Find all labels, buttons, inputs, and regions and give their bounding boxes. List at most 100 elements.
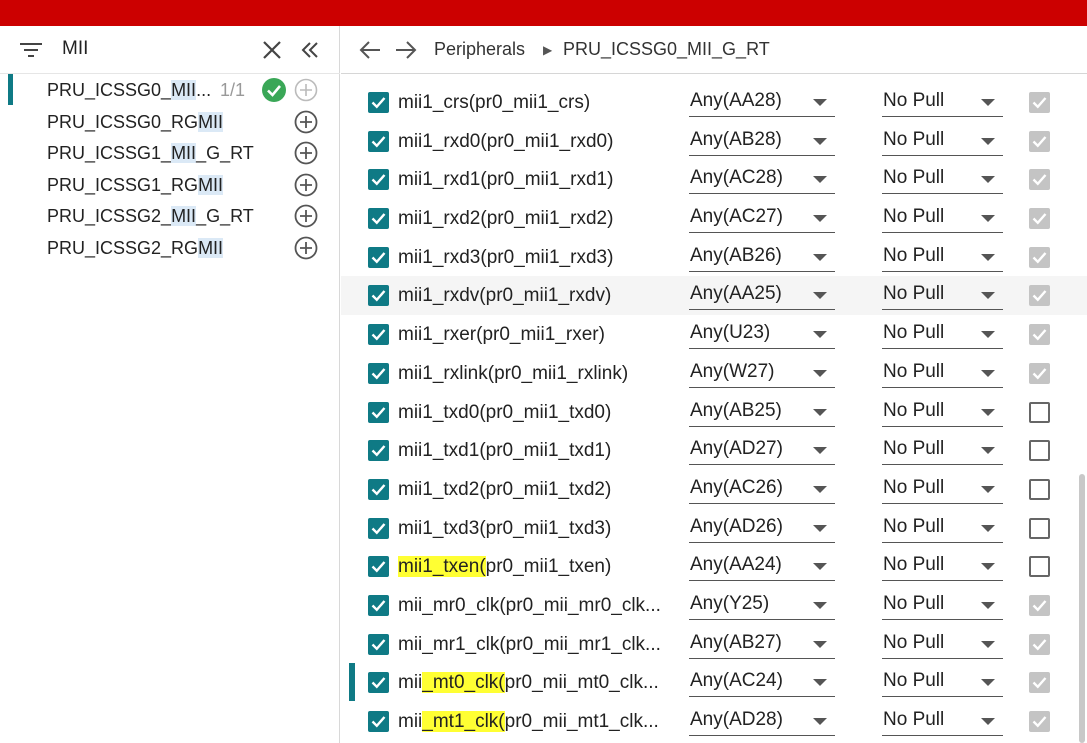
rx-checkbox[interactable]	[1029, 285, 1050, 307]
signal-checkbox[interactable]	[368, 478, 389, 500]
signal-name: mii_mr0_clk(pr0_mii_mr0_clk...	[398, 595, 668, 617]
pull-select[interactable]: No Pull	[882, 282, 1003, 311]
signal-checkbox[interactable]	[368, 711, 389, 732]
signal-name: mii_mt0_clk(pr0_mii_mt0_clk...	[398, 672, 668, 694]
pull-select[interactable]: No Pull	[882, 708, 1003, 736]
pull-select[interactable]: No Pull	[882, 89, 1003, 117]
search-input[interactable]: MII	[62, 38, 88, 60]
rx-checkbox[interactable]	[1029, 324, 1050, 346]
rx-checkbox[interactable]	[1029, 478, 1050, 500]
pull-select[interactable]: No Pull	[882, 631, 1003, 659]
signal-checkbox[interactable]	[368, 556, 389, 578]
pin-select[interactable]: Any(AC27)	[689, 205, 835, 234]
pull-select[interactable]: No Pull	[882, 437, 1003, 466]
add-circle-icon[interactable]	[294, 141, 318, 165]
add-circle-icon[interactable]	[294, 204, 318, 228]
tree-item[interactable]: PRU_ICSSG2_RGMII	[0, 232, 340, 264]
tree-item[interactable]: PRU_ICSSG1_MII_G_RT	[0, 137, 340, 169]
pin-select[interactable]: Any(AB27)	[689, 631, 835, 659]
rx-checkbox[interactable]	[1029, 711, 1050, 732]
tree-item[interactable]: PRU_ICSSG1_RGMII	[0, 169, 340, 201]
pull-select[interactable]: No Pull	[882, 321, 1003, 350]
pull-select[interactable]: No Pull	[882, 669, 1003, 698]
rx-checkbox[interactable]	[1029, 130, 1050, 152]
pull-select[interactable]: No Pull	[882, 515, 1003, 543]
signal-name: mii1_rxd3(pr0_mii1_rxd3)	[398, 247, 668, 269]
rx-checkbox[interactable]	[1029, 92, 1050, 113]
add-circle-icon[interactable]	[294, 236, 318, 260]
signal-row: mii1_crs(pr0_mii1_crs) Any(AA28) No Pull	[341, 83, 1087, 122]
pull-select[interactable]: No Pull	[882, 399, 1003, 427]
signal-checkbox[interactable]	[368, 672, 389, 694]
pin-select[interactable]: Any(AA25)	[689, 282, 835, 311]
pin-select[interactable]: Any(AB25)	[689, 399, 835, 427]
pin-select[interactable]: Any(U23)	[689, 321, 835, 350]
signal-checkbox[interactable]	[368, 130, 389, 152]
signal-checkbox[interactable]	[368, 208, 389, 230]
pin-select[interactable]: Any(Y25)	[689, 592, 835, 620]
pin-select[interactable]: Any(AD26)	[689, 515, 835, 543]
rx-checkbox[interactable]	[1029, 208, 1050, 230]
pin-select[interactable]: Any(AC24)	[689, 669, 835, 698]
signal-checkbox[interactable]	[368, 169, 389, 191]
signal-checkbox[interactable]	[368, 246, 389, 268]
double-chevron-left-icon[interactable]	[299, 39, 321, 61]
caret-down-icon	[981, 369, 995, 377]
breadcrumb-root[interactable]: Peripherals	[434, 39, 525, 60]
pull-select[interactable]: No Pull	[882, 592, 1003, 620]
pin-select[interactable]: Any(AD28)	[689, 708, 835, 736]
pin-select[interactable]: Any(AC28)	[689, 166, 835, 195]
pull-select[interactable]: No Pull	[882, 205, 1003, 234]
pin-select[interactable]: Any(AB28)	[689, 128, 835, 156]
rx-checkbox[interactable]	[1029, 517, 1050, 539]
check-circle-icon	[262, 78, 286, 102]
rx-checkbox[interactable]	[1029, 246, 1050, 268]
pin-select[interactable]: Any(AD27)	[689, 437, 835, 466]
pin-select-value: Any(AC26)	[690, 476, 783, 498]
rx-checkbox[interactable]	[1029, 556, 1050, 578]
signal-text-highlight: mii1_txen(	[398, 556, 486, 578]
pull-select[interactable]: No Pull	[882, 553, 1003, 582]
pin-select[interactable]: Any(AA24)	[689, 553, 835, 582]
arrow-right-icon[interactable]	[394, 39, 418, 61]
pull-select-value: No Pull	[883, 322, 945, 344]
close-icon[interactable]	[261, 39, 283, 61]
signal-checkbox[interactable]	[368, 362, 389, 384]
signal-checkbox[interactable]	[368, 517, 389, 539]
search-row: MII	[0, 26, 340, 74]
pin-select[interactable]: Any(AB26)	[689, 244, 835, 272]
tree-item[interactable]: PRU_ICSSG0_RGMII	[0, 106, 340, 138]
add-circle-icon[interactable]	[294, 110, 318, 134]
rx-checkbox[interactable]	[1029, 362, 1050, 384]
pull-select-value: No Pull	[883, 283, 945, 305]
pin-select[interactable]: Any(W27)	[689, 360, 835, 388]
rx-checkbox[interactable]	[1029, 594, 1050, 616]
pull-select[interactable]: No Pull	[882, 166, 1003, 195]
signal-checkbox[interactable]	[368, 92, 389, 113]
signal-checkbox[interactable]	[368, 401, 389, 423]
pin-select[interactable]: Any(AA28)	[689, 89, 835, 117]
tree-item[interactable]: PRU_ICSSG2_MII_G_RT	[0, 200, 340, 232]
signal-checkbox[interactable]	[368, 440, 389, 462]
pin-select[interactable]: Any(AC26)	[689, 476, 835, 504]
pull-select[interactable]: No Pull	[882, 476, 1003, 504]
signal-text: mii1_rxer(pr0_mii1_rxer)	[398, 324, 605, 346]
pull-select[interactable]: No Pull	[882, 244, 1003, 272]
signal-checkbox[interactable]	[368, 633, 389, 655]
scrollbar[interactable]	[1079, 474, 1085, 743]
filter-icon[interactable]	[20, 41, 42, 59]
add-circle-icon[interactable]	[294, 173, 318, 197]
rx-checkbox[interactable]	[1029, 672, 1050, 694]
tree-item[interactable]: PRU_ICSSG0_MII... 1/1	[0, 74, 340, 106]
rx-checkbox[interactable]	[1029, 440, 1050, 462]
rx-checkbox[interactable]	[1029, 633, 1050, 655]
signal-checkbox[interactable]	[368, 594, 389, 616]
pull-select[interactable]: No Pull	[882, 128, 1003, 156]
rx-checkbox[interactable]	[1029, 401, 1050, 423]
signal-checkbox[interactable]	[368, 324, 389, 346]
arrow-left-icon[interactable]	[358, 39, 382, 61]
signal-checkbox[interactable]	[368, 285, 389, 307]
rx-checkbox[interactable]	[1029, 169, 1050, 191]
add-circle-icon[interactable]	[294, 78, 318, 102]
pull-select[interactable]: No Pull	[882, 360, 1003, 388]
